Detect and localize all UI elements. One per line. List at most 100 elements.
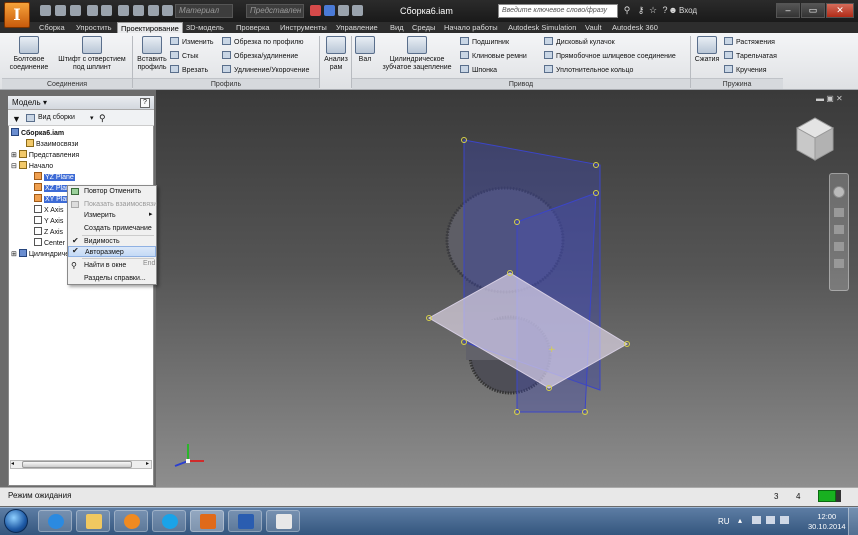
taskbar-explorer[interactable] [76,510,110,532]
star-icon[interactable]: ☆ [648,5,658,16]
application-menu-button[interactable]: I [4,2,30,28]
taskbar-inventor[interactable] [190,510,224,532]
binoculars-icon[interactable]: ⚲ [622,5,632,16]
look-at-icon[interactable] [834,259,844,268]
spur-gear-button[interactable]: Цилиндрическое зубчатое зацепление [380,36,454,72]
tab-vault[interactable]: Vault [582,22,605,33]
new-icon[interactable] [40,5,51,16]
tab-environments[interactable]: Среды [409,22,438,33]
find-icon[interactable]: ⚲ [99,113,106,124]
belleville-spring-button[interactable]: Тарельчатая [724,51,777,62]
key-icon[interactable]: ⚷ [636,5,646,16]
o-ring-button[interactable]: Уплотнительное кольцо [544,65,633,76]
language-indicator[interactable]: RU [718,517,730,526]
parallel-splines-button[interactable]: Прямобочное шлицевое соединение [544,51,676,62]
flag-icon[interactable] [766,516,775,524]
sign-in-link[interactable]: Вход [679,6,697,15]
tree-item-representations[interactable]: ⊞ Представления [11,150,79,161]
tree-item-x-axis[interactable]: X Axis [34,205,63,216]
redo-icon[interactable] [101,5,112,16]
scroll-left-icon[interactable]: ◂ [11,460,14,467]
undo-icon[interactable] [87,5,98,16]
properties-icon[interactable] [162,5,173,16]
close-button[interactable]: ✕ [826,3,854,18]
tab-autodesk-360[interactable]: Autodesk 360 [609,22,661,33]
taskbar-document[interactable] [266,510,300,532]
tree-item-yz-plane[interactable]: YZ Plane [34,172,75,183]
view-representation-combo[interactable]: Представлен [246,4,304,18]
select-icon[interactable] [148,5,159,16]
menu-item-measure[interactable]: Измерить [68,210,156,221]
view-cube[interactable] [795,117,835,161]
start-button[interactable] [4,509,28,533]
menu-item-create-note[interactable]: Создать примечание [68,223,156,234]
chevron-down-icon[interactable]: ▾ [90,114,94,122]
taskbar-internet-explorer[interactable] [38,510,72,532]
help-search-input[interactable]: Введите ключевое слово/фразу [498,4,618,18]
home-icon[interactable] [118,5,129,16]
open-icon[interactable] [55,5,66,16]
user-icon[interactable]: ☻ [668,5,678,16]
tab-tools[interactable]: Инструменты [277,22,330,33]
orbit-icon[interactable] [834,242,844,251]
key-button[interactable]: Шпонка [460,65,497,76]
update-icon[interactable] [133,5,144,16]
filter-icon[interactable]: ▼ [12,114,21,124]
tab-design[interactable]: Проектирование [117,22,183,33]
taskbar-word[interactable] [228,510,262,532]
show-desktop-button[interactable] [848,508,858,535]
bearing-button[interactable]: Подшипник [460,37,509,48]
notch-button[interactable]: Врезать [170,65,208,76]
browser-close-button[interactable]: ? [140,98,150,108]
torsion-spring-button[interactable]: Кручения [724,65,767,76]
clevis-pin-button[interactable]: Штифт с отверстием под шплинт [56,36,128,72]
taskbar-media-player[interactable] [114,510,148,532]
tab-3d-model[interactable]: 3D-модель [183,22,227,33]
appearance-icon[interactable] [324,5,335,16]
extension-spring-button[interactable]: Растяжения [724,37,775,48]
tree-item-y-axis[interactable]: Y Axis [34,216,63,227]
steering-wheel-icon[interactable] [833,186,845,198]
zoom-icon[interactable] [834,225,844,234]
menu-item-help-topics[interactable]: Разделы справки... [68,273,156,284]
tray-arrow-icon[interactable]: ▴ [738,516,742,525]
bolted-connection-button[interactable]: Болтовое соединение [8,36,50,72]
tab-simplify[interactable]: Упростить [73,22,115,33]
tab-inspect[interactable]: Проверка [233,22,273,33]
trim-extend-button[interactable]: Обрезка/удлинение [222,51,298,62]
tree-root-assembly[interactable]: Сборка6.iam [11,128,64,139]
scrollbar-thumb[interactable] [22,461,132,468]
frame-analysis-button[interactable]: Анализ рам [322,36,350,72]
tab-get-started[interactable]: Начало работы [441,22,501,33]
tab-manage[interactable]: Управление [333,22,381,33]
trim-to-frame-button[interactable]: Обрезка по профилю [222,37,304,48]
menu-item-repeat-undo[interactable]: Повтор Отменить [68,186,156,197]
browser-header[interactable]: Модель ▾ [8,96,154,110]
insert-profile-button[interactable]: Вставить профиль [135,36,169,72]
tab-assemble[interactable]: Сборка [36,22,68,33]
assembly-view-dropdown[interactable]: Вид сборки [38,114,75,121]
tab-autodesk-simulation[interactable]: Autodesk Simulation [505,22,579,33]
joint-button[interactable]: Стык [170,51,198,62]
change-button[interactable]: Изменить [170,37,214,48]
save-icon[interactable] [70,5,81,16]
tab-view[interactable]: Вид [387,22,407,33]
tree-item-origin[interactable]: ⊟ Начало [11,161,53,172]
material-combo[interactable]: Материал [175,4,233,18]
customize-icon[interactable] [352,5,363,16]
maximize-button[interactable]: ▭ [801,3,825,18]
tree-item-relationships[interactable]: Взаимосвязи [26,139,78,150]
disc-cam-button[interactable]: Дисковый кулачок [544,37,615,48]
measure-icon[interactable] [338,5,349,16]
compression-spring-button[interactable]: Сжатия [693,36,721,64]
v-belts-button[interactable]: Клиновые ремни [460,51,527,62]
minimize-button[interactable]: – [776,3,800,18]
color-icon[interactable] [310,5,321,16]
tree-item-z-axis[interactable]: Z Axis [34,227,63,238]
network-icon[interactable] [752,516,761,524]
shaft-button[interactable]: Вал [354,36,376,64]
scroll-right-icon[interactable]: ▸ [146,460,149,467]
pan-icon[interactable] [834,208,844,217]
system-clock[interactable]: 12:00 30.10.2014 [808,512,846,532]
volume-icon[interactable] [780,516,789,524]
